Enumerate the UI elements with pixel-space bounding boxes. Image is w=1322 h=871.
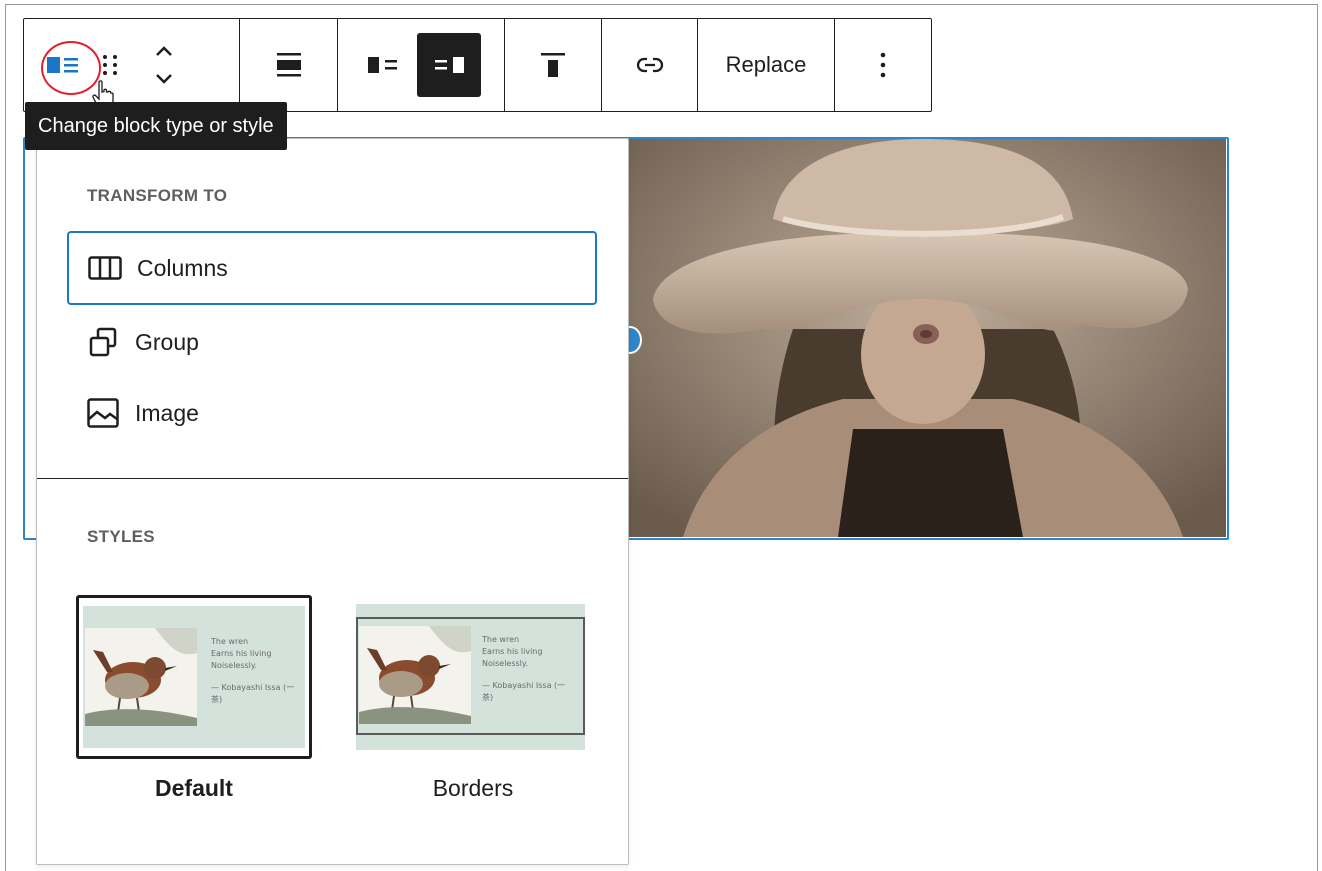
wren-illustration	[85, 628, 197, 726]
move-arrows-icon	[156, 46, 172, 84]
toolbar-group-position	[338, 19, 505, 111]
style-label-default: Default	[155, 775, 233, 801]
transform-item-image[interactable]: Image	[67, 376, 597, 450]
style-label-borders: Borders	[432, 775, 514, 801]
preview-text: The wren Earns his living Noiselessly. —…	[482, 635, 566, 702]
transform-item-label: Group	[135, 328, 199, 355]
block-toolbar: Replace	[23, 18, 932, 112]
drag-icon	[103, 55, 117, 75]
toolbar-group-align	[240, 19, 338, 111]
media-right-icon	[435, 57, 464, 73]
columns-icon	[87, 256, 123, 280]
group-icon	[85, 327, 121, 357]
media-left-button[interactable]	[361, 33, 409, 97]
style-preview: The wren Earns his living Noiselessly. —…	[356, 604, 585, 750]
align-top-icon	[541, 53, 565, 77]
transform-item-label: Columns	[137, 254, 228, 281]
transform-section-title: TRANSFORM TO	[87, 186, 228, 205]
transform-item-columns[interactable]: Columns	[67, 231, 597, 305]
more-options-button[interactable]	[859, 33, 907, 97]
style-option-default[interactable]: The wren Earns his living Noiselessly. —…	[76, 595, 312, 759]
section-divider	[37, 478, 628, 479]
media-left-icon	[368, 57, 397, 73]
block-switcher-popover: TRANSFORM TO Columns Group Image STYLES	[36, 138, 629, 865]
toolbar-group-replace: Replace	[698, 19, 835, 111]
style-option-borders[interactable]: The wren Earns his living Noiselessly. —…	[355, 595, 591, 759]
style-preview: The wren Earns his living Noiselessly. —…	[83, 606, 305, 748]
toolbar-group-more	[835, 19, 931, 111]
toolbar-group-link	[602, 19, 698, 111]
preview-text: The wren Earns his living Noiselessly. —…	[211, 637, 295, 704]
block-type-tooltip: Change block type or style	[25, 102, 287, 150]
replace-button[interactable]: Replace	[704, 52, 829, 78]
link-icon	[636, 57, 663, 73]
wren-illustration	[359, 626, 471, 724]
styles-section-title: STYLES	[87, 527, 155, 546]
block-photo	[623, 139, 1226, 537]
move-up-down-button[interactable]	[132, 33, 196, 97]
align-full-icon	[276, 53, 301, 77]
link-button[interactable]	[626, 33, 674, 97]
toolbar-group-valign	[505, 19, 602, 111]
vertical-align-button[interactable]	[529, 33, 577, 97]
media-right-button[interactable]	[417, 33, 481, 97]
align-button[interactable]	[265, 33, 313, 97]
image-icon	[85, 398, 121, 428]
transform-item-group[interactable]: Group	[67, 305, 597, 379]
transform-item-label: Image	[135, 399, 199, 426]
kebab-menu-icon	[880, 52, 886, 78]
portrait-image	[623, 139, 1226, 537]
